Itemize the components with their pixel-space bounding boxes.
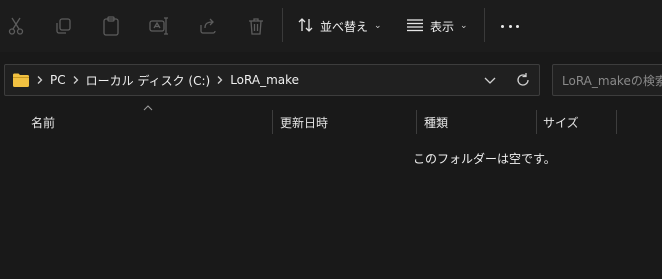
- empty-folder-message: このフォルダーは空です。: [413, 152, 556, 166]
- view-icon: [406, 18, 424, 35]
- rename-icon[interactable]: [148, 13, 170, 39]
- address-bar[interactable]: PC ローカル ディスク (C:) LoRA_make: [4, 64, 540, 96]
- column-size[interactable]: サイズ: [543, 108, 579, 136]
- chevron-right-icon[interactable]: [33, 65, 47, 95]
- column-headers: 名前 更新日時 種類 サイズ: [0, 108, 662, 136]
- column-divider[interactable]: [272, 110, 273, 134]
- copy-icon[interactable]: [52, 13, 74, 39]
- chevron-right-icon[interactable]: [213, 65, 227, 95]
- sort-label: 並べ替え: [320, 19, 369, 34]
- breadcrumb: PC ローカル ディスク (C:) LoRA_make: [33, 65, 302, 95]
- cut-icon[interactable]: [5, 13, 27, 39]
- refresh-icon[interactable]: [515, 72, 531, 88]
- breadcrumb-current-folder[interactable]: LoRA_make: [227, 73, 302, 87]
- toolbar-separator: [282, 8, 283, 42]
- column-divider[interactable]: [536, 110, 537, 134]
- chevron-right-icon[interactable]: [69, 65, 83, 95]
- paste-icon[interactable]: [100, 13, 122, 39]
- sort-icon: [298, 17, 314, 36]
- search-placeholder: LoRA_makeの検索: [562, 73, 662, 88]
- more-icon[interactable]: [498, 16, 522, 36]
- search-input[interactable]: LoRA_makeの検索: [552, 64, 662, 96]
- column-type[interactable]: 種類: [424, 108, 448, 136]
- view-button[interactable]: 表示 ⌄: [402, 12, 472, 40]
- sort-button[interactable]: 並べ替え ⌄: [294, 12, 386, 40]
- column-modified[interactable]: 更新日時: [280, 108, 328, 136]
- column-divider[interactable]: [416, 110, 417, 134]
- folder-icon: [13, 73, 29, 87]
- chevron-down-icon: ⌄: [460, 21, 468, 31]
- chevron-down-icon[interactable]: [483, 73, 497, 87]
- column-name[interactable]: 名前: [31, 108, 55, 136]
- share-icon[interactable]: [197, 13, 219, 39]
- breadcrumb-pc[interactable]: PC: [47, 73, 69, 87]
- delete-icon[interactable]: [245, 13, 267, 39]
- toolbar-separator: [484, 8, 485, 42]
- chevron-down-icon: ⌄: [374, 21, 382, 31]
- command-bar: 並べ替え ⌄ 表示 ⌄: [0, 0, 662, 52]
- breadcrumb-local-disk[interactable]: ローカル ディスク (C:): [83, 72, 214, 89]
- view-label: 表示: [430, 19, 455, 34]
- column-divider[interactable]: [616, 110, 617, 134]
